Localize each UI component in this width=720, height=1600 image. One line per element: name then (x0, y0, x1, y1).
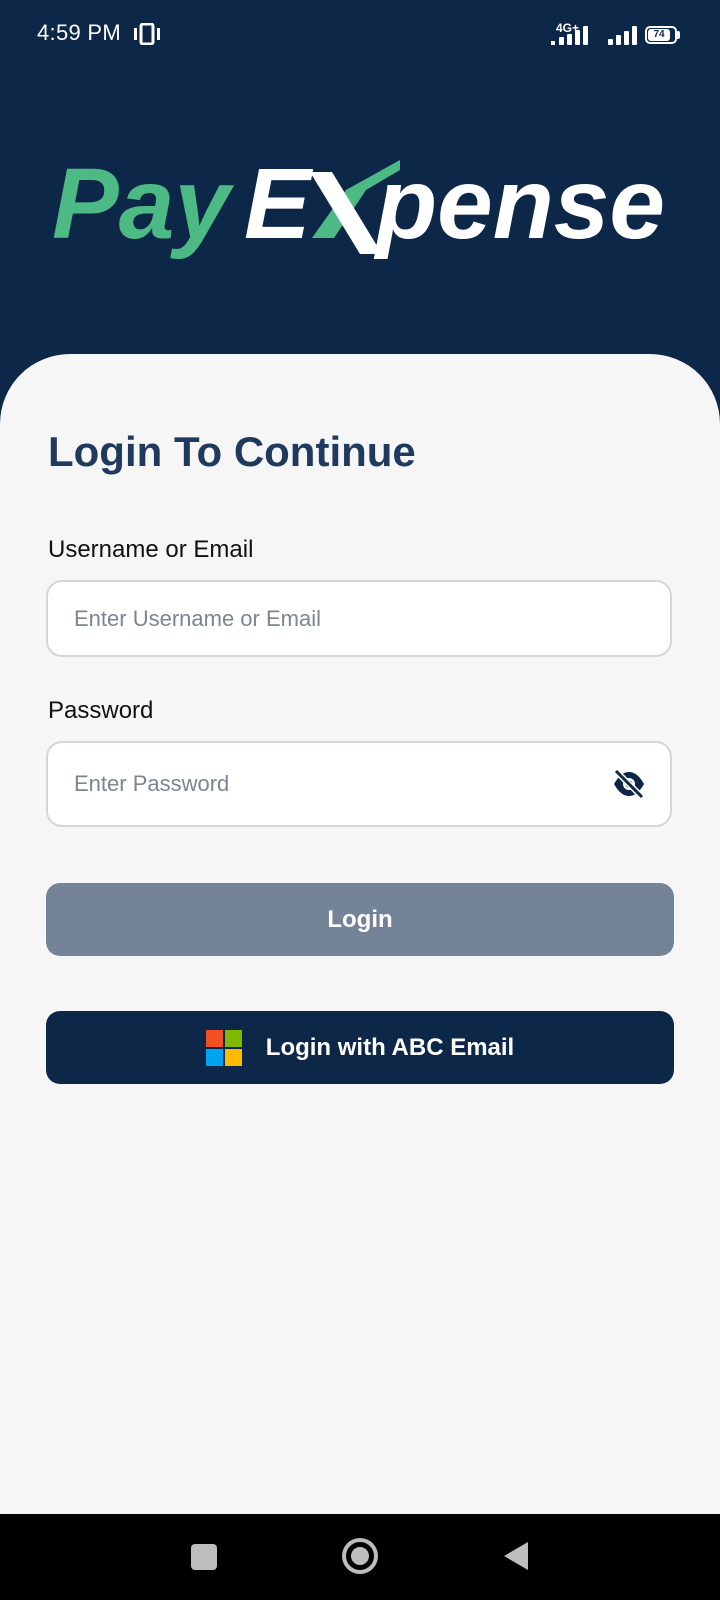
eye-off-icon[interactable] (612, 769, 646, 799)
vibrate-icon (134, 23, 160, 45)
username-input[interactable] (74, 582, 614, 655)
status-time: 4:59 PM (37, 20, 122, 45)
username-field-container (46, 580, 672, 657)
logo-pay-text: Pay (52, 150, 234, 260)
battery-level: 74 (648, 29, 670, 41)
home-icon[interactable] (340, 1536, 380, 1576)
logo-pense-text: pense (373, 150, 665, 260)
status-bar: 4:59 PM 4G+ 74 (0, 0, 720, 72)
sso-login-button[interactable]: Login with ABC Email (46, 1011, 674, 1084)
password-input[interactable] (74, 743, 614, 825)
system-nav-bar (0, 1514, 720, 1600)
sso-login-button-label: Login with ABC Email (265, 1033, 515, 1061)
battery-icon: 74 (645, 26, 680, 44)
signal-icon (608, 26, 637, 45)
password-label: Password (48, 697, 154, 724)
signal-4g-icon (551, 26, 588, 45)
password-field-container (46, 741, 672, 827)
microsoft-icon (205, 1029, 242, 1066)
page-title: Login To Continue (48, 428, 416, 475)
login-button-label: Login (327, 905, 393, 933)
username-label: Username or Email (48, 536, 254, 563)
recents-icon[interactable] (191, 1544, 217, 1570)
back-icon[interactable] (502, 1540, 530, 1572)
payexpense-logo: Pay E pense (52, 150, 665, 260)
login-button[interactable]: Login (46, 883, 674, 956)
logo-e-text: E (244, 150, 314, 260)
